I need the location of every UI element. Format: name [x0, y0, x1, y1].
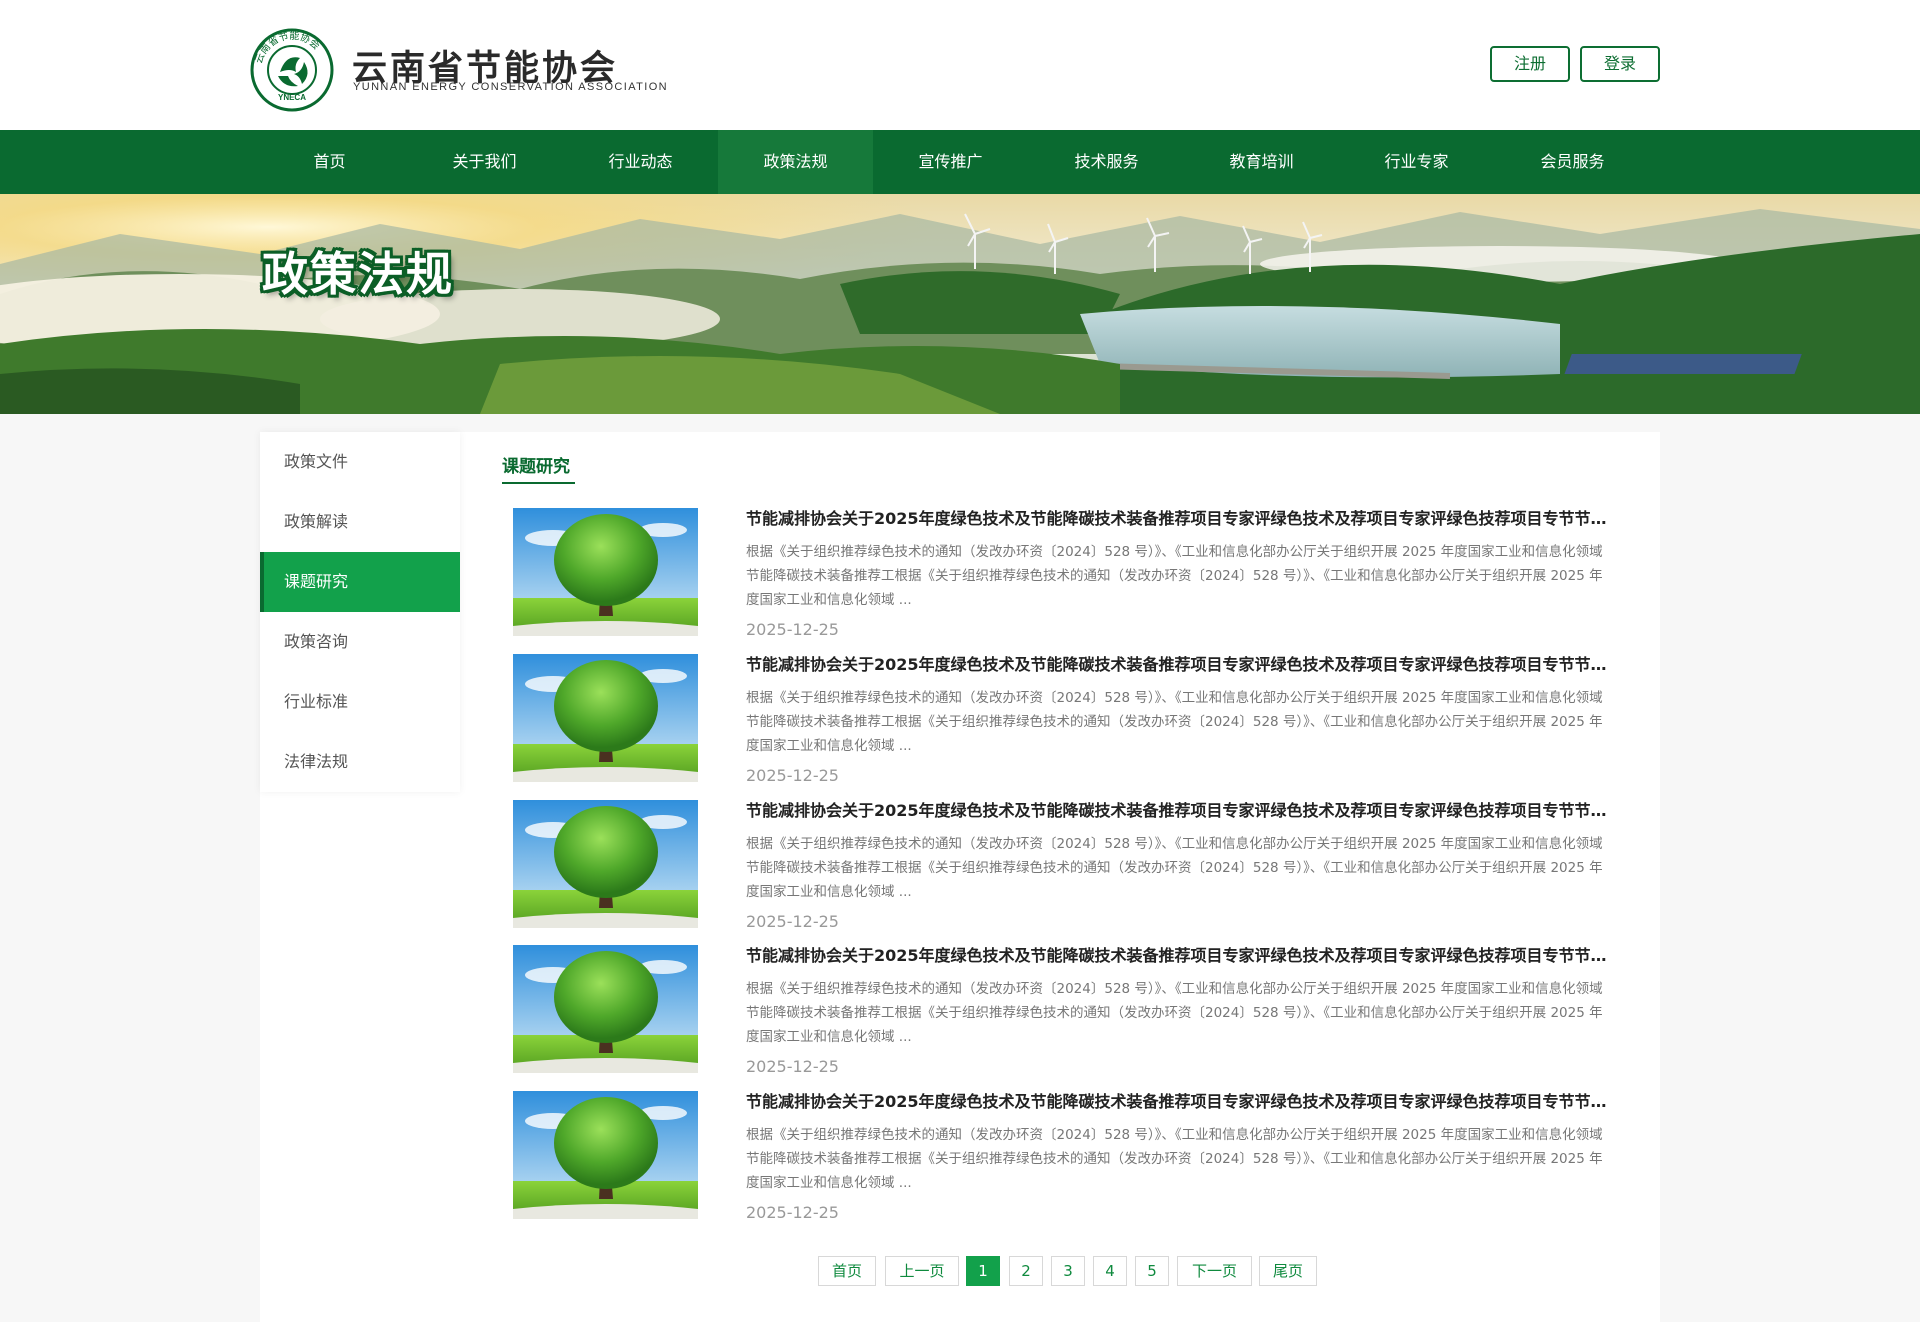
register-button[interactable]: 注册 — [1490, 46, 1570, 82]
article-item[interactable]: 节能减排协会关于2025年度绿色技术及节能降碳技术装备推荐项目专家评绿色技术及荐… — [513, 1091, 1613, 1222]
nav-item-tech-service[interactable]: 技术服务 — [1029, 130, 1184, 194]
nav-item-industry-news[interactable]: 行业动态 — [563, 130, 718, 194]
banner-title: 政策法规 — [262, 247, 454, 301]
site-name-en: Yunnan Energy Conservation Association — [353, 81, 669, 93]
tree-thumbnail-image[interactable] — [513, 508, 698, 636]
article-summary: 根据《关于组织推荐绿色技术的通知（发改办环资〔2024〕528 号）》、《工业和… — [746, 544, 1603, 608]
article-summary: 根据《关于组织推荐绿色技术的通知（发改办环资〔2024〕528 号）》、《工业和… — [746, 981, 1603, 1045]
pagination-prev-button[interactable]: 上一页 — [885, 1256, 959, 1286]
tree-thumbnail-image[interactable] — [513, 800, 698, 928]
site-header: 云南省节能协会 YNECA 云南省节能协会 Yunnan Energy Cons… — [0, 0, 1920, 130]
nav-item-policy[interactable]: 政策法规 — [718, 130, 873, 194]
sidebar-item-industry-standards[interactable]: 行业标准 — [260, 672, 460, 732]
section-title: 课题研究 — [502, 457, 570, 477]
article-item[interactable]: 节能减排协会关于2025年度绿色技术及节能降碳技术装备推荐项目专家评绿色技术及荐… — [513, 654, 1613, 785]
pagination-last-button[interactable]: 尾页 — [1259, 1256, 1317, 1286]
article-title[interactable]: 节能减排协会关于2025年度绿色技术及节能降碳技术装备推荐项目专家评绿色技术及荐… — [746, 800, 1612, 822]
page-banner: 政策法规 — [0, 194, 1920, 414]
nav-item-home[interactable]: 首页 — [252, 130, 407, 194]
nav-item-member-service[interactable]: 会员服务 — [1495, 130, 1650, 194]
nav-item-promotion[interactable]: 宣传推广 — [873, 130, 1028, 194]
pagination-page-5[interactable]: 5 — [1135, 1256, 1169, 1286]
landscape-banner-image — [0, 194, 1920, 414]
login-button[interactable]: 登录 — [1580, 46, 1660, 82]
article-item[interactable]: 节能减排协会关于2025年度绿色技术及节能降碳技术装备推荐项目专家评绿色技术及荐… — [513, 945, 1613, 1076]
sidebar: 政策文件 政策解读 课题研究 政策咨询 行业标准 法律法规 — [260, 432, 460, 792]
sidebar-item-policy-consulting[interactable]: 政策咨询 — [260, 612, 460, 672]
article-date: 2025-12-25 — [746, 1203, 839, 1222]
article-item[interactable]: 节能减排协会关于2025年度绿色技术及节能降碳技术装备推荐项目专家评绿色技术及荐… — [513, 800, 1613, 931]
sidebar-item-policy-interpretation[interactable]: 政策解读 — [260, 492, 460, 552]
pagination-page-2[interactable]: 2 — [1009, 1256, 1043, 1286]
article-title[interactable]: 节能减排协会关于2025年度绿色技术及节能降碳技术装备推荐项目专家评绿色技术及荐… — [746, 508, 1612, 530]
sidebar-item-research[interactable]: 课题研究 — [260, 552, 460, 612]
article-title[interactable]: 节能减排协会关于2025年度绿色技术及节能降碳技术装备推荐项目专家评绿色技术及荐… — [746, 945, 1612, 967]
sidebar-item-laws-regulations[interactable]: 法律法规 — [260, 732, 460, 792]
article-title[interactable]: 节能减排协会关于2025年度绿色技术及节能降碳技术装备推荐项目专家评绿色技术及荐… — [746, 654, 1612, 676]
section-title-underline — [502, 482, 575, 484]
nav-item-experts[interactable]: 行业专家 — [1339, 130, 1494, 194]
nav-item-training[interactable]: 教育培训 — [1184, 130, 1339, 194]
article-item[interactable]: 节能减排协会关于2025年度绿色技术及节能降碳技术装备推荐项目专家评绿色技术及荐… — [513, 508, 1613, 639]
pagination-page-3[interactable]: 3 — [1051, 1256, 1085, 1286]
article-summary: 根据《关于组织推荐绿色技术的通知（发改办环资〔2024〕528 号）》、《工业和… — [746, 836, 1603, 900]
pagination-page-1[interactable]: 1 — [966, 1256, 1000, 1286]
article-summary: 根据《关于组织推荐绿色技术的通知（发改办环资〔2024〕528 号）》、《工业和… — [746, 690, 1603, 754]
tree-thumbnail-image[interactable] — [513, 1091, 698, 1219]
article-date: 2025-12-25 — [746, 620, 839, 639]
article-title[interactable]: 节能减排协会关于2025年度绿色技术及节能降碳技术装备推荐项目专家评绿色技术及荐… — [746, 1091, 1612, 1113]
pagination-next-button[interactable]: 下一页 — [1177, 1256, 1252, 1286]
article-summary: 根据《关于组织推荐绿色技术的通知（发改办环资〔2024〕528 号）》、《工业和… — [746, 1127, 1603, 1191]
tree-thumbnail-image[interactable] — [513, 654, 698, 782]
main-nav: 首页 关于我们 行业动态 政策法规 宣传推广 技术服务 教育培训 行业专家 会员… — [0, 130, 1920, 194]
pagination-page-4[interactable]: 4 — [1093, 1256, 1127, 1286]
association-logo-icon[interactable]: 云南省节能协会 YNECA — [250, 28, 334, 112]
article-date: 2025-12-25 — [746, 912, 839, 931]
nav-item-about[interactable]: 关于我们 — [407, 130, 562, 194]
article-date: 2025-12-25 — [746, 1057, 839, 1076]
logo-abbr: YNECA — [278, 93, 306, 102]
tree-thumbnail-image[interactable] — [513, 945, 698, 1073]
pagination-first-button[interactable]: 首页 — [818, 1256, 876, 1286]
sidebar-item-policy-documents[interactable]: 政策文件 — [260, 432, 460, 492]
article-date: 2025-12-25 — [746, 766, 839, 785]
